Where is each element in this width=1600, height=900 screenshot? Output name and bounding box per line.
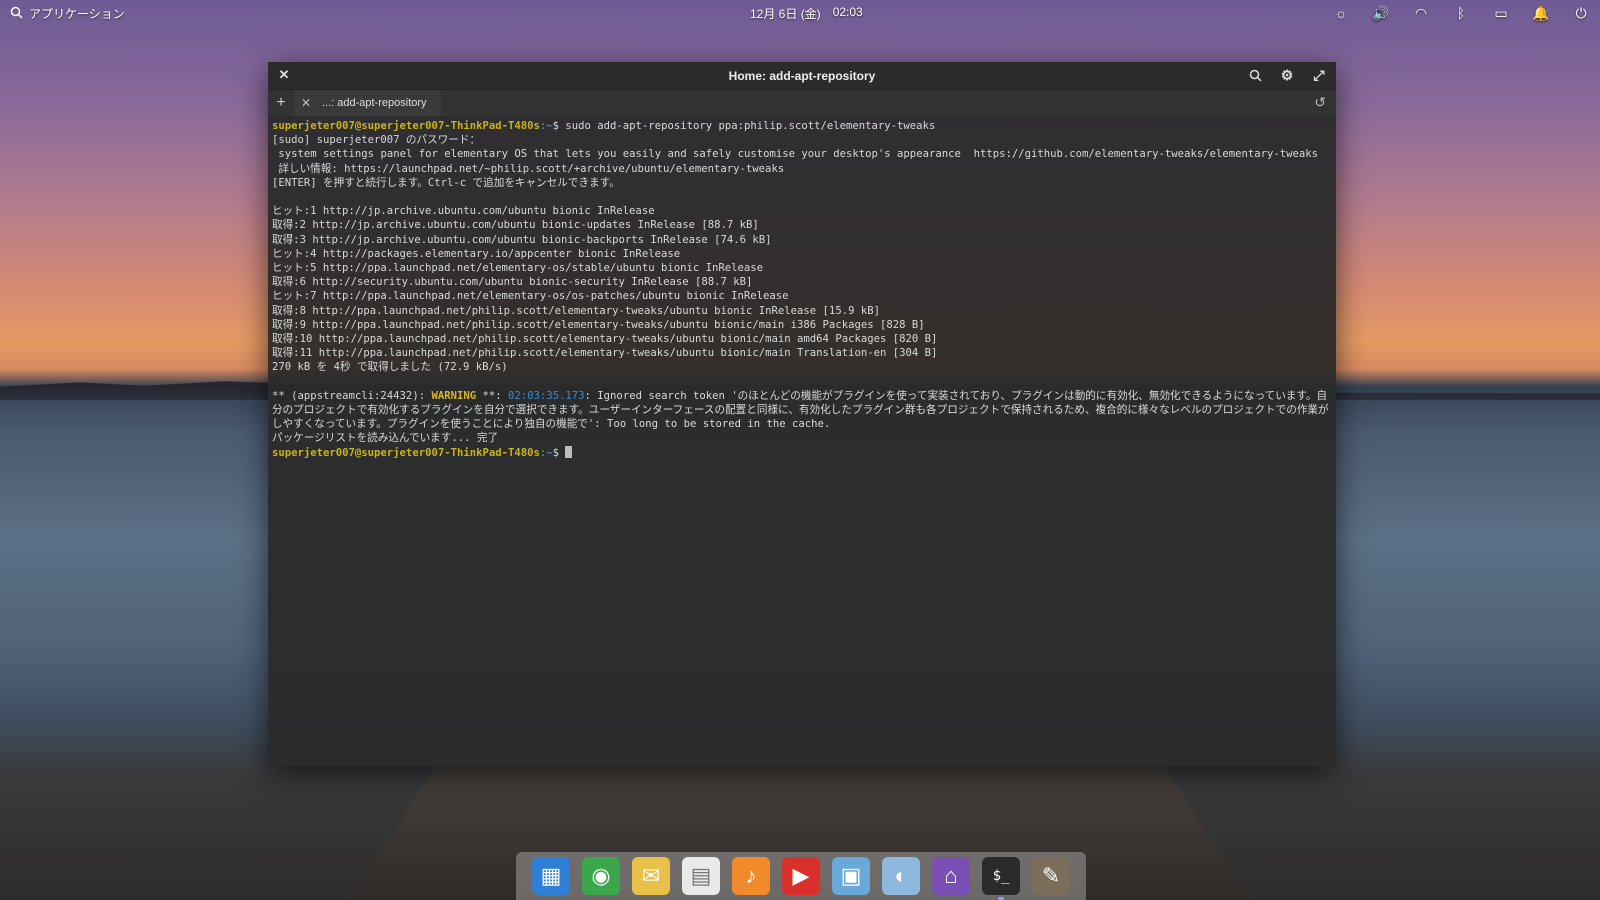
search-icon[interactable] [1246, 66, 1264, 84]
wifi-icon[interactable]: ◠ [1412, 4, 1430, 22]
command-line: $ sudo add-apt-repository ppa:philip.sco… [552, 120, 936, 132]
top-panel: アプリケーション 12月 6日 (金) 02:03 ☼ 🔊 ◠ ᛒ ▭ 🔔 ⏻ [0, 0, 1600, 26]
warning-label: WARNING [431, 389, 477, 402]
tab-label: ...: add-apt-repository [322, 97, 427, 109]
terminal-icon[interactable]: $_ [982, 857, 1020, 900]
output-line: 取得:10 http://ppa.launchpad.net/philip.sc… [272, 333, 938, 346]
new-tab-button[interactable]: + [268, 90, 294, 116]
text-cursor [565, 445, 573, 458]
mail-icon[interactable]: ✉ [632, 857, 670, 895]
search-icon [10, 6, 23, 22]
output-line: 取得:2 http://jp.archive.ubuntu.com/ubuntu… [272, 219, 759, 232]
time-label: 02:03 [832, 5, 863, 19]
photos-icon[interactable]: ▣ [832, 857, 870, 895]
gear-icon[interactable]: ⚙ [1278, 66, 1296, 84]
multitasking-view-icon[interactable]: ▦ [532, 857, 570, 895]
date-time-indicator[interactable]: 12月 6日 (金) 02:03 [750, 5, 863, 22]
output-line: 取得:6 http://security.ubuntu.com/ubuntu b… [272, 276, 753, 289]
web-browser-icon[interactable]: ◉ [582, 857, 620, 895]
applications-label: アプリケーション [29, 7, 125, 21]
terminal-window: ✕ Home: add-apt-repository ⚙ ⤢ + ✕ ...: … [268, 62, 1336, 766]
output-line: 270 kB を 4秒 で取得しました (72.9 kB/s) [272, 361, 508, 374]
output-line: ヒット:1 http://jp.archive.ubuntu.com/ubunt… [272, 205, 655, 218]
close-tab-icon[interactable]: ✕ [298, 96, 314, 110]
bluetooth-icon[interactable]: ᛒ [1452, 4, 1470, 22]
brightness-icon[interactable]: ☼ [1332, 4, 1350, 22]
fullscreen-icon[interactable]: ⤢ [1310, 66, 1328, 84]
prompt-dollar: $ [552, 446, 566, 459]
applications-menu-button[interactable]: アプリケーション [10, 5, 125, 22]
output-line: ヒット:4 http://packages.elementary.io/appc… [272, 247, 681, 260]
output-line: 取得:9 http://ppa.launchpad.net/philip.sco… [272, 318, 925, 331]
warning-mid: **: [476, 389, 508, 402]
history-icon[interactable]: ↺ [1314, 94, 1326, 111]
date-label: 12月 6日 (金) [750, 7, 821, 21]
warning-time: 02:03:35.173 [508, 389, 585, 402]
prompt-path: :~ [539, 120, 553, 132]
videos-icon[interactable]: ▶ [782, 857, 820, 895]
dock: ▦ ◉ ✉ ▤ ♪ ▶ ▣ ◐ ⌂ $_ ✎ [516, 852, 1086, 900]
output-lines: [sudo] superjeter007 のパスワード： system sett… [272, 134, 1318, 373]
prompt-user-host: superjeter007@superjeter007-ThinkPad-T48… [272, 120, 540, 132]
terminal-output[interactable]: superjeter007@superjeter007-ThinkPad-T48… [268, 117, 1336, 749]
power-icon[interactable]: ⏻ [1572, 4, 1590, 22]
appcenter-icon[interactable]: ⌂ [932, 857, 970, 895]
output-line: system settings panel for elementary OS … [278, 148, 1319, 161]
window-title: Home: add-apt-repository [728, 68, 876, 83]
output-line: 取得:11 http://ppa.launchpad.net/philip.sc… [272, 347, 938, 360]
music-icon[interactable]: ♪ [732, 857, 770, 895]
output-line: [ENTER] を押すと続行します。Ctrl-c で追加をキャンセルできます。 [272, 176, 620, 189]
volume-icon[interactable]: 🔊 [1372, 4, 1390, 22]
output-line: [sudo] superjeter007 のパスワード： [272, 134, 481, 147]
output-line: ヒット:7 http://ppa.launchpad.net/elementar… [272, 290, 789, 303]
tab-add-apt-repository[interactable]: ✕ ...: add-apt-repository [294, 90, 441, 116]
output-line: 詳しい情報: https://launchpad.net/~philip.sco… [278, 162, 785, 175]
output-line: 取得:8 http://ppa.launchpad.net/philip.sco… [272, 304, 880, 317]
tab-bar: + ✕ ...: add-apt-repository ↺ [268, 90, 1336, 117]
system-settings-icon[interactable]: ◐ [882, 857, 920, 895]
output-line: ヒット:5 http://ppa.launchpad.net/elementar… [272, 262, 763, 275]
done-line: パッケージリストを読み込んでいます... 完了 [272, 432, 499, 445]
notifications-icon[interactable]: 🔔 [1532, 4, 1550, 22]
prompt-user-host-final: superjeter007@superjeter007-ThinkPad-T48… [272, 446, 540, 459]
window-titlebar[interactable]: ✕ Home: add-apt-repository ⚙ ⤢ [268, 62, 1336, 90]
gimp-icon[interactable]: ✎ [1032, 857, 1070, 895]
system-indicators: ☼ 🔊 ◠ ᛒ ▭ 🔔 ⏻ [1332, 4, 1590, 22]
prompt-path-final: :~ [539, 446, 553, 459]
close-icon[interactable]: ✕ [276, 67, 292, 83]
battery-icon[interactable]: ▭ [1492, 4, 1510, 22]
output-line: 取得:3 http://jp.archive.ubuntu.com/ubuntu… [272, 233, 772, 246]
calendar-icon[interactable]: ▤ [682, 857, 720, 895]
warning-prefix: ** (appstreamcli:24432): [272, 389, 432, 402]
